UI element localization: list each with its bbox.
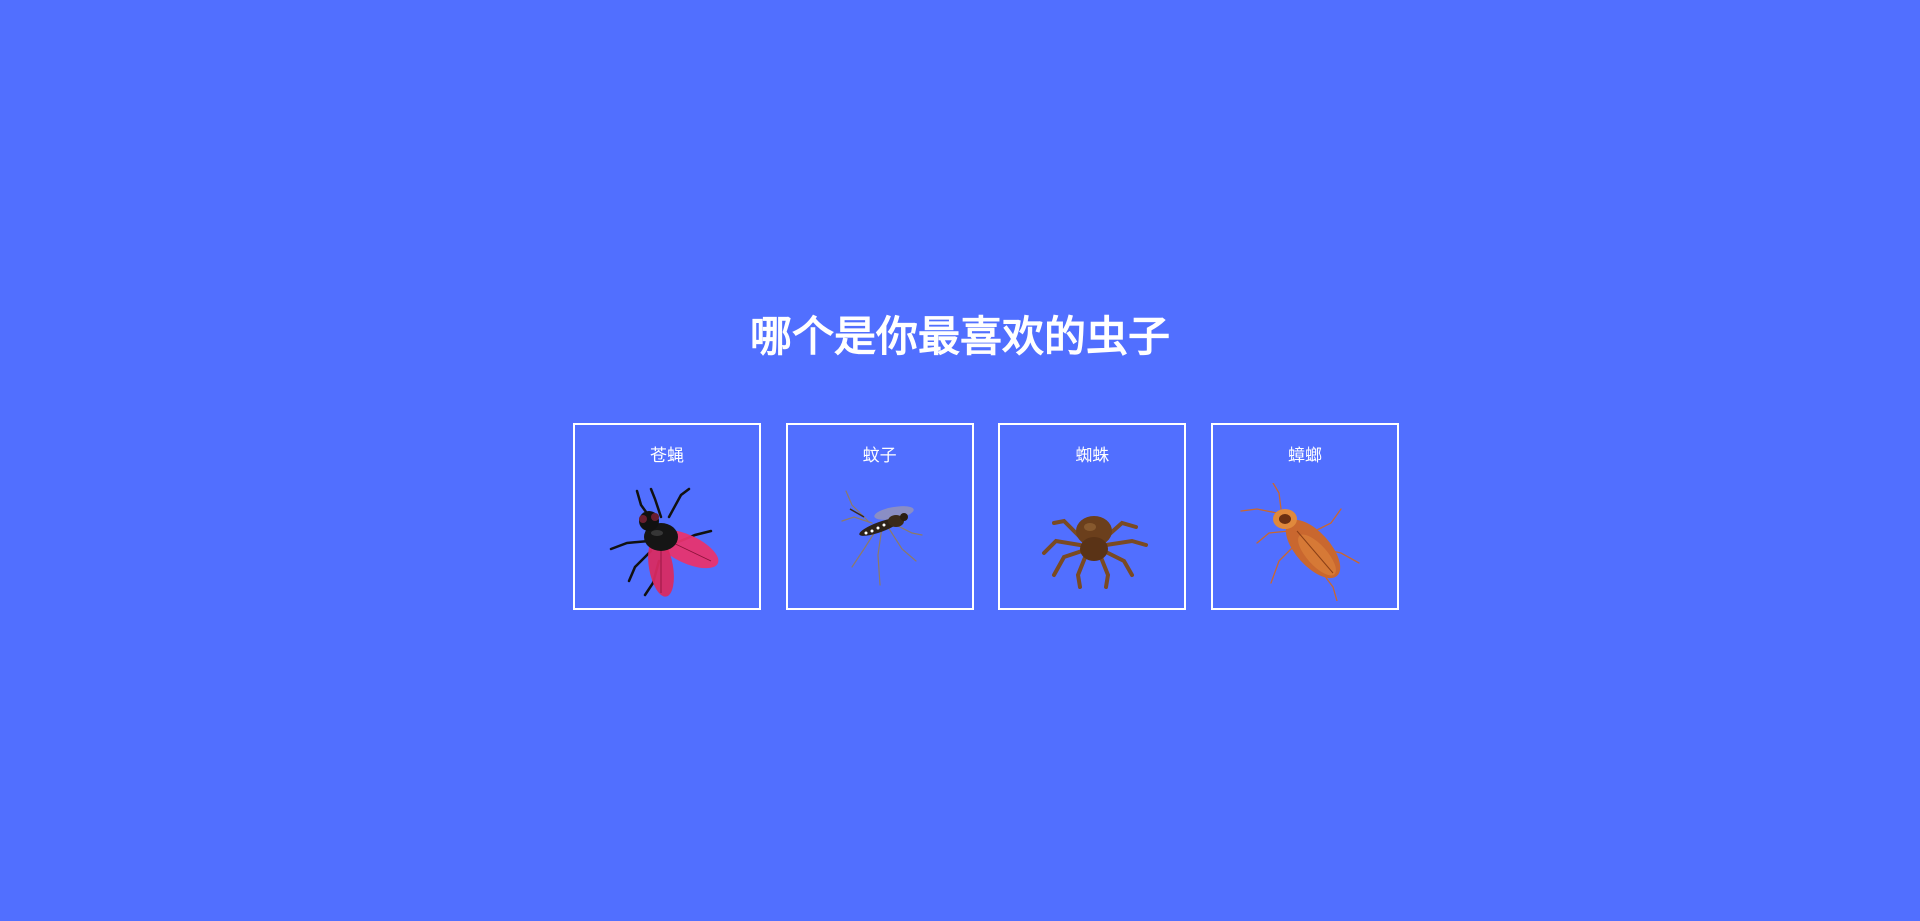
bug-card-fly[interactable]: 苍蝇 xyxy=(573,423,761,610)
bug-choices: 苍蝇 蚊子 蜘蛛 蟑螂 xyxy=(573,423,1399,610)
bug-card-label: 蚊子 xyxy=(862,446,897,466)
bug-card-label: 蜘蛛 xyxy=(1075,446,1110,466)
mosquito-icon xyxy=(812,483,952,601)
bug-card-label: 蟑螂 xyxy=(1287,446,1322,466)
fly-icon xyxy=(599,483,739,601)
spider-icon xyxy=(1024,483,1164,601)
bug-card-mosquito[interactable]: 蚊子 xyxy=(785,423,974,610)
bug-card-label: 苍蝇 xyxy=(650,446,684,466)
bug-card-cockroach[interactable]: 蟑螂 xyxy=(1210,423,1399,610)
cockroach-icon xyxy=(1237,483,1377,601)
page: 哪个是你最喜欢的虫子 苍蝇 蚊子 蜘蛛 蟑螂 xyxy=(0,0,1920,921)
bug-card-spider[interactable]: 蜘蛛 xyxy=(998,423,1187,610)
page-title: 哪个是你最喜欢的虫子 xyxy=(749,312,1170,361)
